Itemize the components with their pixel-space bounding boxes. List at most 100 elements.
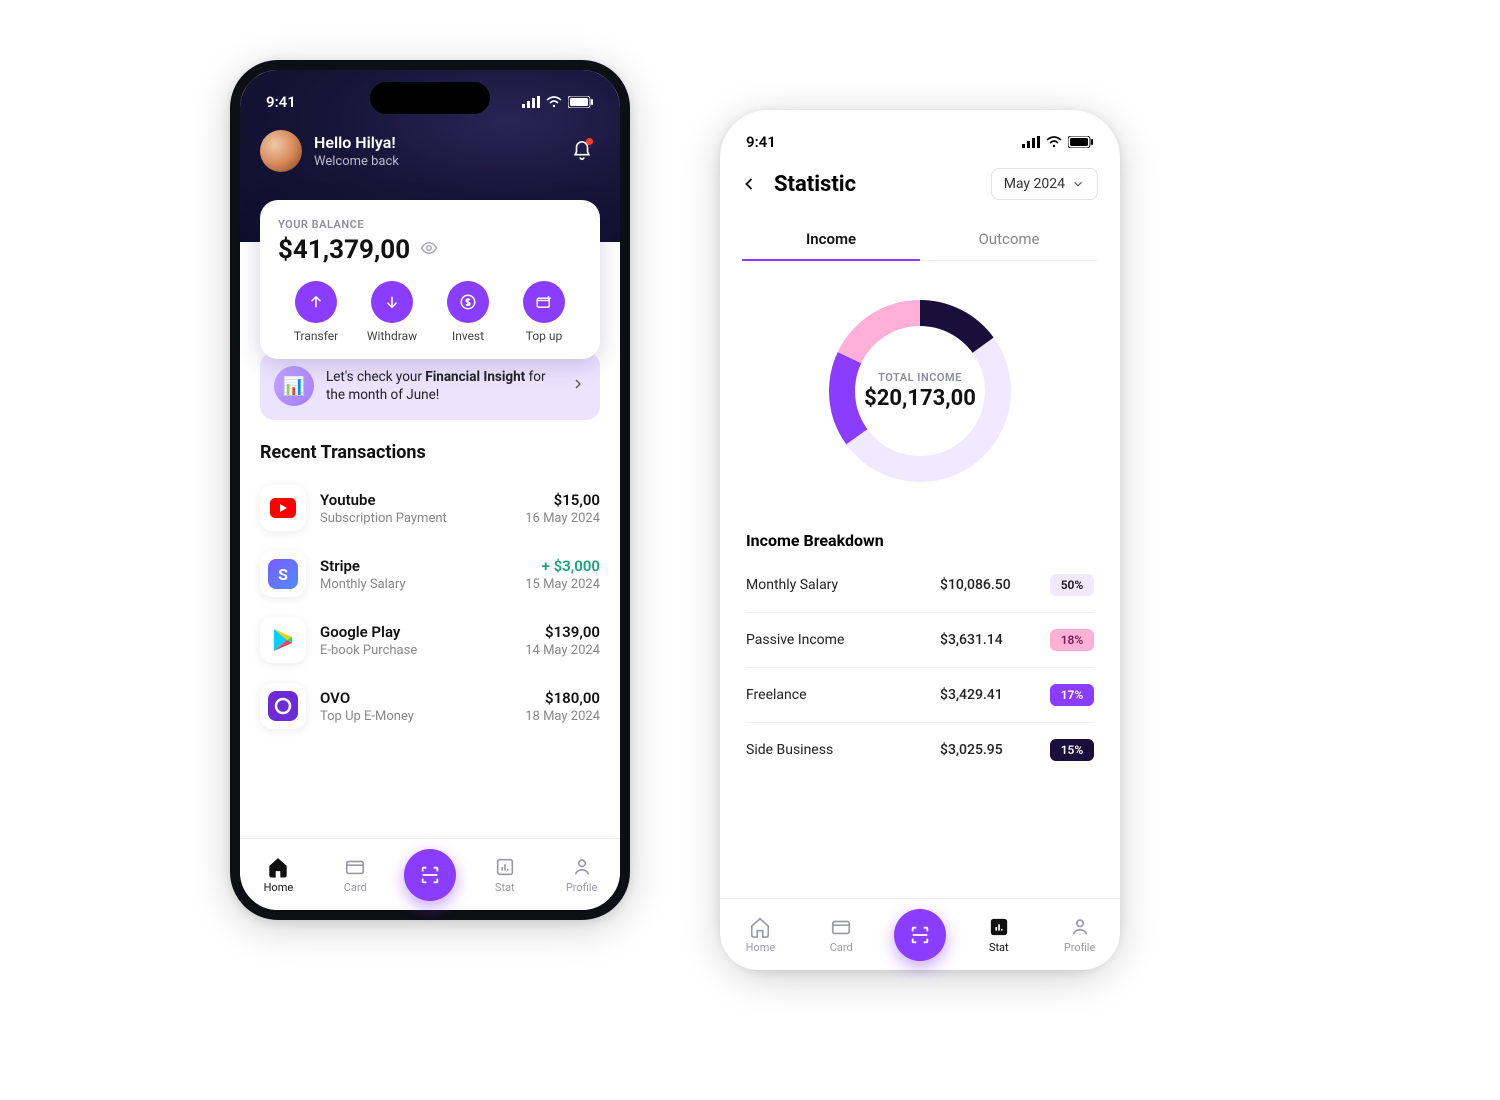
income-donut-chart: TOTAL INCOME $20,173,00 bbox=[820, 291, 1020, 491]
chart-icon bbox=[494, 856, 516, 878]
svg-text:S: S bbox=[278, 565, 288, 584]
tab-profile[interactable]: Profile bbox=[1052, 916, 1108, 954]
tab-profile[interactable]: Profile bbox=[554, 856, 610, 894]
transaction-row[interactable]: S Stripe Monthly Salary + $3,000 15 May … bbox=[260, 541, 600, 607]
signal-icon bbox=[1022, 136, 1040, 148]
profile-icon bbox=[571, 856, 593, 878]
tab-home[interactable]: Home bbox=[732, 916, 788, 954]
arrow-down-icon bbox=[383, 293, 401, 311]
tab-stat[interactable]: Stat bbox=[477, 856, 533, 894]
wifi-icon bbox=[1046, 136, 1062, 148]
insight-icon: 📊 bbox=[274, 366, 314, 406]
transaction-date: 14 May 2024 bbox=[525, 643, 600, 658]
battery-icon bbox=[1068, 136, 1094, 148]
tab-bar: Home Card Stat Profile bbox=[240, 838, 620, 910]
donut-value: $20,173,00 bbox=[864, 386, 976, 411]
breakdown-row[interactable]: Side Business $3,025.95 15% bbox=[746, 723, 1094, 777]
transaction-amount: $15,00 bbox=[525, 491, 600, 509]
tab-label: Home bbox=[264, 881, 294, 894]
transaction-row[interactable]: OVO Top Up E-Money $180,00 18 May 2024 bbox=[260, 673, 600, 739]
breakdown-row[interactable]: Monthly Salary $10,086.50 50% bbox=[746, 558, 1094, 613]
notification-dot bbox=[586, 138, 593, 145]
signal-icon bbox=[522, 96, 540, 108]
tab-label: Home bbox=[746, 941, 776, 954]
transaction-amount: $139,00 bbox=[525, 623, 600, 641]
breakdown-row[interactable]: Freelance $3,429.41 17% bbox=[746, 668, 1094, 723]
card-icon bbox=[344, 856, 366, 878]
chart-icon bbox=[988, 916, 1010, 938]
balance-card: YOUR BALANCE $41,379,00 Transfer Withdra… bbox=[260, 200, 600, 359]
home-icon bbox=[749, 916, 771, 938]
tab-card[interactable]: Card bbox=[813, 916, 869, 954]
back-button[interactable] bbox=[734, 169, 764, 199]
transaction-amount: + $3,000 bbox=[525, 557, 600, 575]
tab-label: Stat bbox=[989, 941, 1009, 954]
scan-icon bbox=[419, 864, 441, 886]
toggle-visibility-button[interactable] bbox=[420, 239, 438, 261]
arrow-up-icon bbox=[307, 293, 325, 311]
action-transfer[interactable]: Transfer bbox=[284, 281, 348, 343]
tab-stat[interactable]: Stat bbox=[971, 916, 1027, 954]
dynamic-island bbox=[370, 82, 490, 114]
insight-banner[interactable]: 📊 Let's check your Financial Insight for… bbox=[260, 352, 600, 420]
breakdown-badge: 18% bbox=[1050, 629, 1094, 651]
tab-label: Card bbox=[344, 881, 367, 894]
avatar[interactable] bbox=[260, 130, 302, 172]
transaction-sub: E-book Purchase bbox=[320, 643, 511, 658]
status-time: 9:41 bbox=[266, 93, 296, 111]
insight-text: Let's check your Financial Insight for t… bbox=[326, 368, 558, 404]
wifi-icon bbox=[546, 96, 562, 108]
breakdown-name: Freelance bbox=[746, 687, 940, 703]
greeting-subtitle: Welcome back bbox=[314, 154, 399, 169]
tab-bar: Home Card Stat Profile bbox=[720, 898, 1120, 970]
transaction-name: Stripe bbox=[320, 557, 511, 575]
tab-label: Stat bbox=[495, 881, 515, 894]
tab-outcome[interactable]: Outcome bbox=[920, 218, 1098, 260]
home-icon bbox=[267, 856, 289, 878]
transaction-row[interactable]: Youtube Subscription Payment $15,00 16 M… bbox=[260, 475, 600, 541]
transaction-sub: Subscription Payment bbox=[320, 511, 511, 526]
breakdown-name: Passive Income bbox=[746, 632, 940, 648]
googleplay-icon bbox=[260, 617, 306, 663]
transaction-name: Youtube bbox=[320, 491, 511, 509]
action-invest[interactable]: Invest bbox=[436, 281, 500, 343]
scan-icon bbox=[909, 924, 931, 946]
home-screen: 9:41 Hello Hilya! Welcome back YOUR BALA… bbox=[230, 60, 630, 920]
scan-button[interactable] bbox=[404, 849, 456, 901]
tab-label: Profile bbox=[1064, 941, 1095, 954]
breakdown-amount: $3,631.14 bbox=[940, 632, 1050, 648]
transaction-sub: Top Up E-Money bbox=[320, 709, 511, 724]
eye-icon bbox=[420, 239, 438, 257]
balance-amount: $41,379,00 bbox=[278, 235, 410, 265]
chevron-down-icon bbox=[1071, 177, 1085, 191]
transaction-name: OVO bbox=[320, 689, 511, 707]
stripe-icon: S bbox=[260, 551, 306, 597]
tab-home[interactable]: Home bbox=[250, 856, 306, 894]
transaction-row[interactable]: Google Play E-book Purchase $139,00 14 M… bbox=[260, 607, 600, 673]
breakdown-badge: 15% bbox=[1050, 739, 1094, 761]
breakdown-title: Income Breakdown bbox=[746, 531, 1094, 550]
page-title: Statistic bbox=[774, 172, 981, 197]
breakdown-amount: $10,086.50 bbox=[940, 577, 1050, 593]
transaction-amount: $180,00 bbox=[525, 689, 600, 707]
action-topup[interactable]: Top up bbox=[512, 281, 576, 343]
notifications-button[interactable] bbox=[564, 133, 600, 169]
period-selector[interactable]: May 2024 bbox=[991, 168, 1098, 200]
action-label: Withdraw bbox=[367, 329, 417, 343]
transaction-sub: Monthly Salary bbox=[320, 577, 511, 592]
profile-icon bbox=[1069, 916, 1091, 938]
breakdown-row[interactable]: Passive Income $3,631.14 18% bbox=[746, 613, 1094, 668]
breakdown-amount: $3,025.95 bbox=[940, 742, 1050, 758]
dollar-circle-icon bbox=[459, 293, 477, 311]
segmented-control: Income Outcome bbox=[742, 218, 1098, 261]
greeting-title: Hello Hilya! bbox=[314, 133, 399, 152]
breakdown-badge: 50% bbox=[1050, 574, 1094, 596]
card-icon bbox=[830, 916, 852, 938]
tab-card[interactable]: Card bbox=[327, 856, 383, 894]
tab-label: Profile bbox=[566, 881, 597, 894]
scan-button[interactable] bbox=[894, 909, 946, 961]
tab-income[interactable]: Income bbox=[742, 218, 920, 260]
chevron-left-icon bbox=[739, 174, 759, 194]
battery-icon bbox=[568, 96, 594, 108]
action-withdraw[interactable]: Withdraw bbox=[360, 281, 424, 343]
